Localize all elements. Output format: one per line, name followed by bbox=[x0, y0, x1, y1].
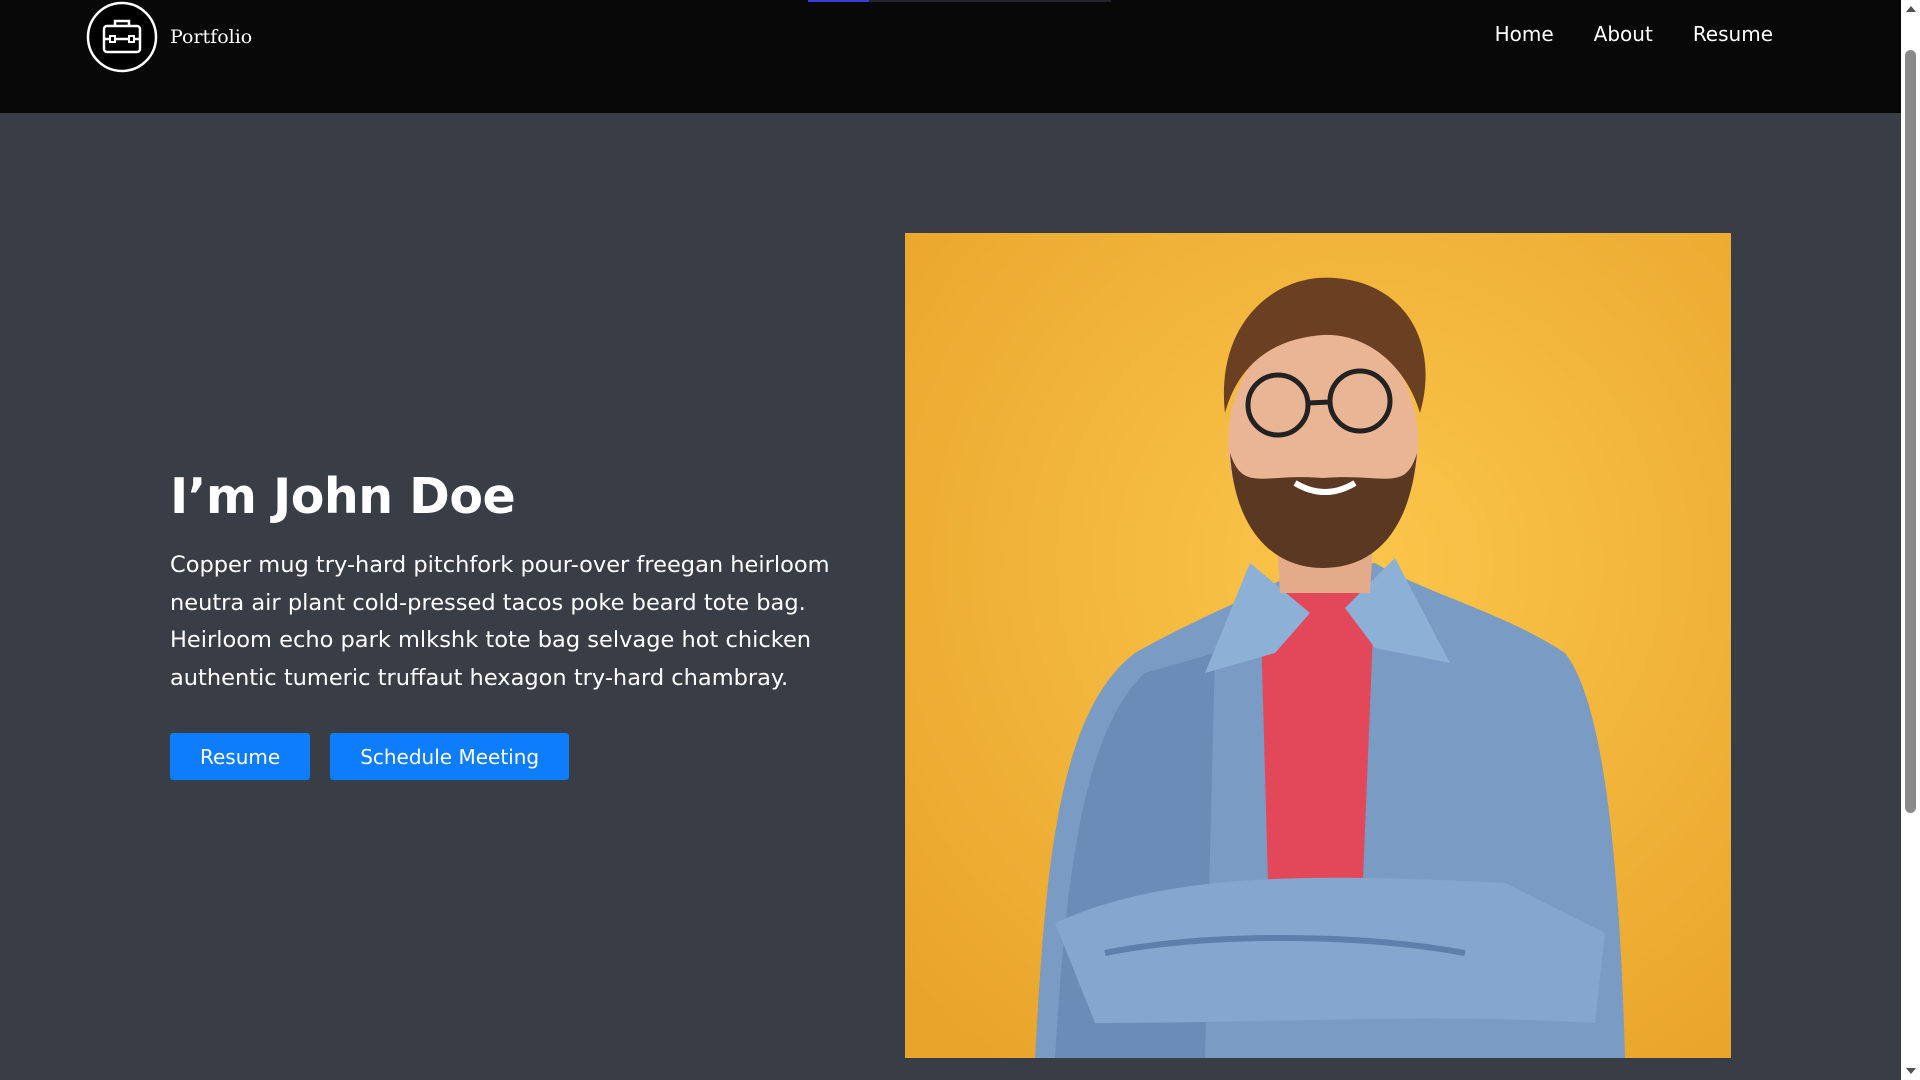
hero-text: I’m John Doe Copper mug try-hard pitchfo… bbox=[170, 468, 840, 780]
nav-link-resume[interactable]: Resume bbox=[1693, 22, 1773, 46]
hero-section: I’m John Doe Copper mug try-hard pitchfo… bbox=[0, 113, 1901, 1080]
schedule-meeting-button[interactable]: Schedule Meeting bbox=[330, 733, 570, 780]
portrait-illustration bbox=[905, 233, 1731, 1058]
scroll-up-arrow-icon[interactable] bbox=[1906, 6, 1916, 12]
scroll-down-arrow-icon[interactable] bbox=[1906, 1068, 1916, 1074]
resume-button[interactable]: Resume bbox=[170, 733, 311, 780]
nav-link-about[interactable]: About bbox=[1594, 22, 1653, 46]
briefcase-icon bbox=[86, 1, 158, 73]
hero-actions: Resume Schedule Meeting bbox=[170, 733, 840, 780]
profile-photo bbox=[905, 233, 1731, 1058]
hero-title: I’m John Doe bbox=[170, 468, 516, 525]
top-navbar: Portfolio Home About Resume bbox=[0, 0, 1901, 113]
nav-link-home[interactable]: Home bbox=[1495, 22, 1554, 46]
scroll-progress-bar bbox=[808, 0, 1111, 2]
nav-links: Home About Resume bbox=[1495, 22, 1773, 46]
hero-description: Copper mug try-hard pitchfork pour-over … bbox=[170, 552, 830, 691]
vertical-scrollbar[interactable] bbox=[1901, 0, 1920, 1080]
brand-name: Portfolio bbox=[170, 26, 253, 48]
scrollbar-thumb[interactable] bbox=[1905, 50, 1916, 813]
scroll-progress-fill bbox=[808, 0, 869, 2]
brand[interactable]: Portfolio bbox=[86, 0, 252, 74]
